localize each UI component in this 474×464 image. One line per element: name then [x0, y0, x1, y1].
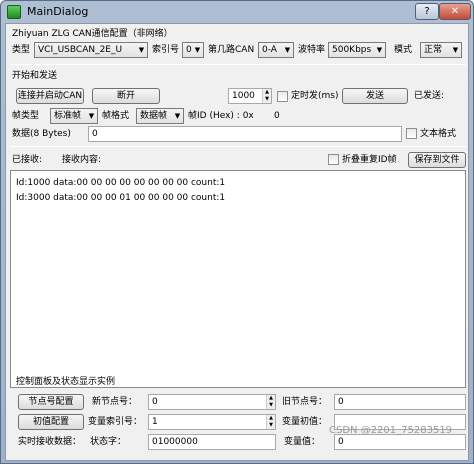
mode-combo-value: 正常: [424, 45, 443, 55]
send-group-title: 开始和发送: [12, 71, 58, 81]
frame-id-label: 帧ID (Hex) : 0x: [188, 111, 254, 121]
spin-arrows-icon[interactable]: ▲ ▼: [266, 395, 275, 409]
fold-duplicate-label: 折叠重复ID帧: [342, 155, 397, 165]
mode-label: 模式: [394, 45, 413, 55]
var-value-label: 变量值：: [284, 437, 321, 447]
frame-format-value: 数据帧: [140, 111, 168, 121]
new-node-value: 0: [152, 397, 158, 407]
frame-format-combo[interactable]: 数据帧 ▼: [136, 108, 184, 124]
send-button[interactable]: 发送: [342, 88, 408, 104]
connect-start-button[interactable]: 连接并启动CAN: [16, 88, 84, 104]
new-node-spinbox[interactable]: 0 ▲ ▼: [148, 394, 276, 410]
app-icon: [7, 5, 21, 19]
spin-arrows-icon[interactable]: ▲ ▼: [266, 415, 275, 429]
var-index-spinbox[interactable]: 1 ▲ ▼: [148, 414, 276, 430]
type-combo-value: VCI_USBCAN_2E_U: [38, 45, 123, 55]
main-window: MainDialog ? ✕ Zhiyuan ZLG CAN通信配置（非网络） …: [0, 0, 474, 464]
disconnect-button[interactable]: 断开: [92, 88, 160, 104]
data-label: 数据(8 Bytes): [12, 129, 71, 139]
baud-combo[interactable]: 500Kbps ▼: [328, 42, 386, 58]
frame-id-input[interactable]: 0: [270, 108, 466, 124]
content-label: 接收内容:: [62, 155, 102, 165]
text-format-label: 文本格式: [420, 129, 457, 139]
index-combo[interactable]: 0 ▼: [182, 42, 204, 58]
frame-type-combo[interactable]: 标准帧 ▼: [50, 108, 98, 124]
baud-label: 波特率: [298, 45, 326, 55]
old-node-label: 旧节点号：: [282, 397, 328, 407]
new-node-label: 新节点号：: [92, 397, 138, 407]
data-input[interactable]: 0: [88, 126, 402, 142]
chevron-down-icon: ▼: [88, 112, 95, 120]
chevron-down-icon: ▼: [452, 46, 459, 54]
timed-send-checkbox[interactable]: [277, 91, 288, 102]
var-index-value: 1: [152, 417, 158, 427]
log-line: Id:1000 data:00 00 00 00 00 00 00 00 cou…: [16, 178, 226, 188]
frame-format-label: 帧格式: [102, 111, 130, 121]
timed-send-label: 定时发(ms): [291, 91, 339, 101]
baud-combo-value: 500Kbps: [332, 45, 372, 55]
init-config-button[interactable]: 初值配置: [18, 414, 84, 430]
status-word-label: 状态字：: [90, 437, 127, 447]
frame-type-value: 标准帧: [54, 111, 82, 121]
index-combo-value: 0: [186, 45, 192, 55]
help-button[interactable]: ?: [415, 3, 439, 20]
save-to-file-button[interactable]: 保存到文件: [408, 152, 466, 168]
interval-spinbox[interactable]: 1000 ▲ ▼: [228, 88, 272, 104]
type-combo[interactable]: VCI_USBCAN_2E_U ▼: [34, 42, 148, 58]
close-button[interactable]: ✕: [439, 3, 471, 20]
chevron-down-icon: ▼: [376, 46, 383, 54]
config-group-title: Zhiyuan ZLG CAN通信配置（非网络）: [12, 29, 173, 39]
log-line: Id:3000 data:00 00 00 01 00 00 00 00 cou…: [16, 193, 226, 203]
text-format-checkbox[interactable]: [406, 128, 417, 139]
window-title: MainDialog: [27, 5, 89, 18]
receive-log[interactable]: Id:1000 data:00 00 00 00 00 00 00 00 cou…: [10, 170, 466, 388]
chevron-down-icon: ▼: [194, 46, 201, 54]
chevron-down-icon: ▼: [284, 46, 291, 54]
chevron-down-icon: ▼: [138, 46, 145, 54]
fold-duplicate-checkbox[interactable]: [328, 154, 339, 165]
realtime-receive-label: 实时接收数据：: [18, 437, 82, 447]
var-init-label: 变量初值：: [282, 417, 328, 427]
divider: [10, 64, 466, 65]
dialog-client-area: Zhiyuan ZLG CAN通信配置（非网络） 类型 VCI_USBCAN_2…: [5, 23, 469, 461]
status-word-field[interactable]: 01000000: [148, 434, 276, 450]
title-bar[interactable]: MainDialog ? ✕: [1, 1, 473, 23]
type-label: 类型: [12, 45, 31, 55]
index-label: 索引号: [152, 45, 180, 55]
control-group-title: 控制面板及状态显示实例: [16, 377, 116, 387]
old-node-field[interactable]: 0: [334, 394, 466, 410]
interval-value: 1000: [232, 91, 255, 101]
channel-combo-value: 0-A: [262, 45, 277, 55]
divider: [10, 146, 466, 147]
watermark: CSDN @2201_75283519: [329, 425, 453, 436]
var-value-field[interactable]: 0: [334, 434, 466, 450]
chevron-down-icon: ▼: [174, 112, 181, 120]
var-index-label: 变量索引号：: [88, 417, 143, 427]
channel-combo[interactable]: 0-A ▼: [258, 42, 294, 58]
received-label: 已接收:: [12, 155, 43, 165]
mode-combo[interactable]: 正常 ▼: [420, 42, 462, 58]
channel-label: 第几路CAN: [208, 45, 255, 55]
frame-type-label: 帧类型: [12, 111, 40, 121]
node-config-button[interactable]: 节点号配置: [18, 394, 84, 410]
sent-count-label: 已发送:: [414, 91, 445, 101]
spin-arrows-icon[interactable]: ▲ ▼: [262, 89, 271, 103]
